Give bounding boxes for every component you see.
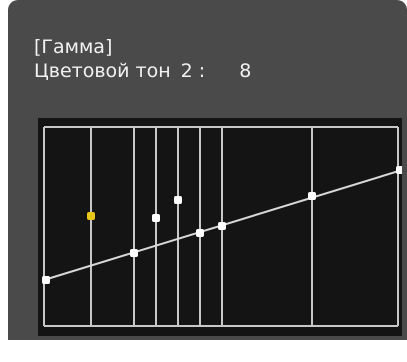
- gamma-point[interactable]: [308, 192, 316, 200]
- parameter-value[interactable]: 8: [239, 60, 251, 82]
- gamma-point[interactable]: [174, 196, 182, 204]
- parameter-label: Цветовой тон: [34, 60, 171, 82]
- menu-title: [Гамма]: [34, 36, 113, 58]
- gamma-point[interactable]: [218, 222, 226, 230]
- gamma-point[interactable]: [196, 229, 204, 237]
- gamma-point[interactable]: [130, 249, 138, 257]
- gamma-point[interactable]: [152, 214, 160, 222]
- gamma-graph-svg: [42, 126, 402, 327]
- parameter-index: 2 :: [180, 60, 206, 82]
- gamma-point[interactable]: [396, 166, 402, 174]
- gamma-point[interactable]: [42, 276, 50, 284]
- gamma-point-selected[interactable]: [87, 212, 95, 220]
- parameter-line: Цветовой тон 2 : 8: [34, 60, 251, 82]
- gamma-graph[interactable]: [38, 118, 402, 336]
